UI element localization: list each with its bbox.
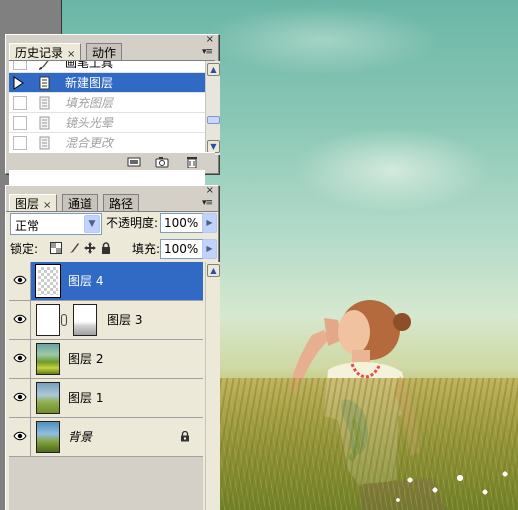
eye-icon: [13, 392, 27, 402]
tab-close-icon[interactable]: ×: [67, 49, 75, 60]
tab-paths[interactable]: 路径: [103, 194, 140, 212]
lock-image-icon[interactable]: [68, 242, 80, 254]
layers-list: 图层 4 图层 3 图层 2 图层 1 背景: [9, 262, 203, 510]
layer-name: 背景: [68, 430, 93, 444]
blend-mode-select[interactable]: 正常 ▼: [10, 213, 102, 235]
panel-menu-icon[interactable]: ▾≡: [202, 47, 213, 57]
new-snapshot-icon[interactable]: [155, 156, 169, 168]
history-step-icon: [39, 76, 50, 90]
snapshot-source-checkbox[interactable]: [13, 116, 27, 130]
history-panel-tabs: 历史记录 × 动作: [9, 43, 215, 62]
history-item[interactable]: 镜头光晕: [9, 113, 205, 133]
layer-name: 图层 2: [68, 352, 104, 366]
eye-icon: [13, 314, 27, 324]
tab-actions[interactable]: 动作: [86, 43, 123, 61]
history-item-label: 混合更改: [65, 136, 114, 150]
snapshot-source-checkbox[interactable]: [13, 96, 27, 110]
layers-panel-tabs: 图层 × 通道 路径: [9, 194, 215, 213]
flowers: [390, 460, 518, 510]
layer-row-background[interactable]: 背景: [9, 418, 203, 457]
visibility-toggle[interactable]: [9, 340, 31, 378]
scroll-up-icon[interactable]: ▲: [207, 63, 220, 76]
scroll-up-icon[interactable]: ▲: [207, 264, 220, 277]
visibility-toggle[interactable]: [9, 379, 31, 417]
lock-transparency-icon[interactable]: [50, 242, 62, 254]
history-scrollbar[interactable]: ▲ ▼: [205, 61, 220, 155]
history-step-icon: [39, 96, 50, 110]
history-item-label: 镜头光晕: [65, 116, 114, 130]
history-state-pointer-icon: [13, 76, 24, 90]
visibility-toggle[interactable]: [9, 418, 31, 456]
tab-paths-label: 路径: [109, 197, 134, 211]
snapshot-source-checkbox[interactable]: [13, 61, 27, 70]
history-item[interactable]: 画笔工具: [9, 61, 205, 73]
chevron-down-icon[interactable]: ▼: [84, 215, 100, 233]
layer-row[interactable]: 图层 3: [9, 301, 203, 340]
tab-channels[interactable]: 通道: [62, 194, 99, 212]
layer-row-selected[interactable]: 图层 4: [9, 262, 203, 301]
tab-close-icon[interactable]: ×: [43, 200, 51, 211]
layer-row[interactable]: 图层 1: [9, 379, 203, 418]
history-step-icon: [39, 136, 50, 150]
layer-row[interactable]: 图层 2: [9, 340, 203, 379]
blend-opacity-row: 正常 ▼ 不透明度: 100% ▶: [10, 213, 217, 237]
eye-icon: [13, 431, 27, 441]
layers-list-empty-area: [9, 457, 203, 510]
panel-menu-icon[interactable]: ▾≡: [202, 198, 213, 208]
tab-channels-label: 通道: [68, 197, 93, 211]
delete-icon[interactable]: [185, 156, 199, 168]
history-panel-body: 画笔工具 新建图层 填充图层 镜头光晕 混合更改 ▲ ▼: [9, 60, 220, 185]
history-item-label: 填充图层: [65, 96, 114, 110]
history-item-selected[interactable]: 新建图层: [9, 73, 205, 93]
history-step-icon: [39, 116, 50, 130]
visibility-toggle[interactable]: [9, 262, 31, 300]
layer-thumbnail: [36, 382, 60, 414]
tab-actions-label: 动作: [92, 46, 117, 60]
tab-history-label: 历史记录: [15, 46, 64, 60]
layer-name: 图层 3: [107, 313, 143, 327]
history-item-label: 新建图层: [65, 76, 114, 90]
history-panel: × 历史记录 × 动作 ▾≡ 画笔工具 新建图层 填充图层 镜头光晕 混合更改 …: [5, 34, 220, 185]
fill-label: 填充:: [132, 242, 161, 256]
layers-scrollbar[interactable]: ▲: [205, 262, 220, 510]
lock-all-icon[interactable]: [100, 242, 112, 254]
lock-position-icon[interactable]: [84, 242, 96, 254]
blend-mode-value: 正常: [15, 219, 40, 233]
eye-icon: [13, 275, 27, 285]
lock-fill-row: 锁定: 填充: 100% ▶: [10, 239, 217, 263]
history-footer: [9, 152, 215, 170]
history-item[interactable]: 填充图层: [9, 93, 205, 113]
layers-panel: × 图层 × 通道 路径 ▾≡ 正常 ▼ 不透明度: 100% ▶ 锁定: 填充:…: [5, 185, 220, 510]
tab-layers-label: 图层: [15, 197, 40, 211]
scrollbar-thumb[interactable]: [207, 116, 220, 124]
layer-thumbnail: [35, 264, 61, 298]
history-item[interactable]: 混合更改: [9, 133, 205, 153]
fill-slider-arrow-icon[interactable]: ▶: [202, 239, 217, 259]
link-chain-icon[interactable]: [61, 314, 67, 326]
visibility-toggle[interactable]: [9, 301, 31, 339]
lock-label: 锁定:: [10, 242, 39, 256]
opacity-label: 不透明度:: [106, 216, 159, 230]
layer-thumbnail: [36, 421, 60, 453]
layer-thumbnail: [36, 304, 60, 336]
new-document-from-state-icon[interactable]: [127, 156, 141, 168]
brush-icon: [39, 61, 49, 70]
layer-name: 图层 1: [68, 391, 104, 405]
history-item-label: 画笔工具: [65, 61, 114, 70]
eye-icon: [13, 353, 27, 363]
layer-thumbnail: [36, 343, 60, 375]
layer-name: 图层 4: [68, 274, 104, 288]
opacity-slider-arrow-icon[interactable]: ▶: [202, 213, 217, 233]
lock-icon: [181, 431, 189, 442]
opacity-field[interactable]: 100%: [160, 213, 204, 233]
snapshot-source-checkbox[interactable]: [13, 136, 27, 150]
layer-mask-thumbnail[interactable]: [73, 304, 97, 336]
fill-field[interactable]: 100%: [160, 239, 204, 259]
